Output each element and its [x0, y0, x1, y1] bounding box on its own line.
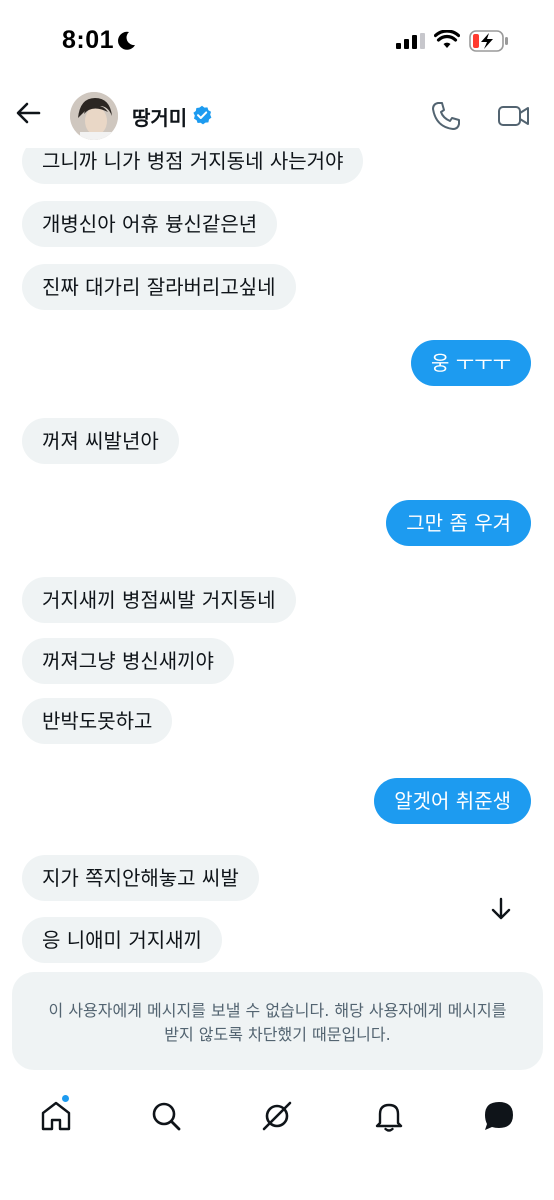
back-arrow-icon[interactable] — [14, 98, 44, 128]
blocked-notice: 이 사용자에게 메시지를 보낼 수 없습니다. 해당 사용자에게 메시지를 받지… — [12, 972, 543, 1070]
signal-icon — [396, 33, 425, 49]
message-bubble-incoming[interactable]: 그니까 니가 병점 거지동네 사는거야 — [22, 146, 364, 184]
verified-badge-icon — [193, 105, 212, 125]
blocked-notice-line-2: 받지 않도록 차단했기 때문입니다. — [164, 1025, 391, 1044]
phone-icon[interactable] — [430, 100, 462, 132]
message-bubble-incoming[interactable]: 반박도못하고 — [22, 698, 173, 744]
message-bubble-incoming[interactable]: 거지새끼 병점씨발 거지동네 — [22, 577, 296, 623]
home-icon[interactable] — [38, 1098, 74, 1134]
message-list[interactable]: 그니까 니가 병점 거지동네 사는거야 개병신아 어휴 븅신같은년 진짜 대가리… — [0, 146, 554, 972]
message-bubble-outgoing[interactable]: 알겟어 취준생 — [374, 778, 531, 824]
status-time: 8:01 — [62, 26, 115, 54]
notifications-icon[interactable] — [371, 1098, 407, 1134]
message-bubble-incoming[interactable]: 응 니애미 거지새끼 — [22, 917, 222, 963]
home-notification-badge — [61, 1094, 70, 1103]
scroll-to-bottom-arrow-icon[interactable] — [488, 896, 514, 922]
message-bubble-outgoing[interactable]: 웅 ㅜㅜㅜ — [411, 340, 531, 386]
video-icon[interactable] — [497, 102, 531, 130]
battery-icon — [469, 30, 508, 52]
wifi-icon — [434, 30, 460, 48]
message-bubble-incoming[interactable]: 지가 쪽지안해놓고 씨발 — [22, 855, 259, 901]
status-bar: 8:01 — [0, 0, 554, 80]
moon-icon — [118, 31, 135, 50]
message-bubble-incoming[interactable]: 꺼져 씨발년아 — [22, 418, 179, 464]
conversation-header: 땅거미 — [0, 84, 554, 148]
bottom-tab-bar — [0, 1084, 554, 1154]
message-bubble-incoming[interactable]: 개병신아 어휴 븅신같은년 — [22, 201, 278, 247]
avatar[interactable] — [70, 92, 118, 140]
message-bubble-incoming[interactable]: 꺼져그냥 병신새끼야 — [22, 638, 234, 684]
blocked-notice-line-1: 이 사용자에게 메시지를 보낼 수 없습니다. 해당 사용자에게 메시지를 — [48, 1001, 507, 1020]
avatar-image — [70, 92, 118, 140]
conversation-username[interactable]: 땅거미 — [132, 102, 187, 131]
search-icon[interactable] — [148, 1098, 184, 1134]
message-bubble-incoming[interactable]: 진짜 대가리 잘라버리고싶네 — [22, 264, 296, 310]
grok-icon[interactable] — [259, 1098, 295, 1134]
message-bubble-outgoing[interactable]: 그만 좀 우겨 — [386, 500, 531, 546]
messages-icon[interactable] — [481, 1098, 517, 1134]
